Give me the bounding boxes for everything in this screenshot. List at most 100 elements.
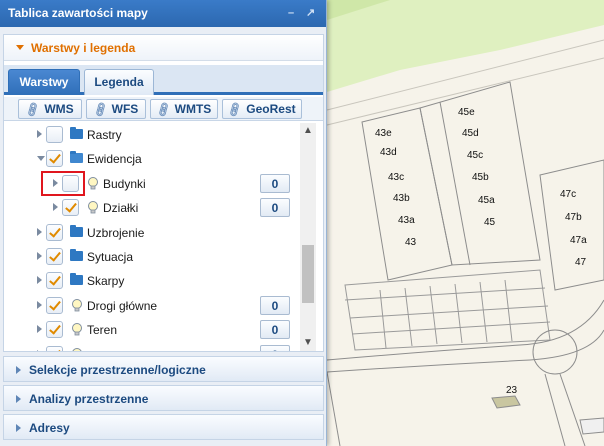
- layer-checkbox[interactable]: [46, 150, 63, 168]
- accordion-active-label: Warstwy i legenda: [31, 41, 136, 55]
- highlight-box: [41, 171, 85, 197]
- tree-node[interactable]: Uzbrojenie: [4, 221, 300, 245]
- wfs-button[interactable]: 🔗︎ WFS: [86, 99, 146, 119]
- chevron-right-icon: [16, 423, 21, 432]
- accordion-layers-legend: Warstwy i legenda Warstwy Legenda 🔗︎ WMS …: [3, 34, 324, 352]
- bulb-icon: [72, 298, 82, 312]
- tree-node[interactable]: Skarpy: [4, 269, 300, 293]
- content-table-panel: Tablica zawartości mapy – ↗ Warstwy i le…: [0, 0, 327, 446]
- layer-checkbox[interactable]: [46, 296, 63, 314]
- plot-label: 43: [405, 237, 417, 248]
- panel-title-bar: Tablica zawartości mapy – ↗: [0, 0, 326, 27]
- bulb-icon: [88, 201, 98, 214]
- folder-icon: [70, 249, 83, 261]
- parking-grid: [344, 269, 551, 351]
- plot-label: 43b: [393, 193, 410, 204]
- layer-tree: Rastry Ewidencja Budynki 0 Działki 0 Uzbrojeni…: [4, 123, 300, 351]
- tree-node-label: Budynki: [103, 176, 146, 191]
- wmts-button[interactable]: 🔗︎ WMTS: [150, 99, 218, 119]
- feature-count-badge[interactable]: 0: [260, 344, 290, 351]
- plot-label: 45b: [472, 172, 489, 183]
- popout-icon[interactable]: ↗: [306, 0, 315, 27]
- plot-label: 47: [575, 257, 587, 268]
- chevron-right-icon[interactable]: [37, 130, 42, 138]
- scroll-thumb[interactable]: [302, 245, 314, 303]
- tree-node[interactable]: Sytuacja: [4, 245, 300, 269]
- link-icon: 🔗︎: [154, 101, 173, 119]
- chevron-right-icon[interactable]: [37, 325, 42, 334]
- link-icon: 🔗︎: [24, 101, 43, 119]
- accordion-spatial-selections[interactable]: Selekcje przestrzenne/logiczne: [3, 356, 324, 382]
- plot-label: 43e: [375, 128, 392, 139]
- scroll-up-icon[interactable]: ▲: [300, 123, 316, 139]
- plot-label: 45a: [478, 195, 495, 206]
- chevron-right-icon[interactable]: [37, 276, 42, 285]
- folder-icon: [70, 224, 83, 237]
- chevron-right-icon[interactable]: [37, 227, 42, 236]
- plot-label: 43d: [380, 147, 397, 158]
- panel-title: Tablica zawartości mapy: [8, 6, 148, 20]
- georest-button[interactable]: 🔗︎ GeoRest: [222, 99, 302, 119]
- green-area: [327, 0, 604, 92]
- layer-checkbox[interactable]: [46, 223, 63, 241]
- chevron-right-icon[interactable]: [37, 349, 42, 351]
- tree-node[interactable]: Rastry: [4, 123, 300, 147]
- plot-label: 45e: [458, 107, 475, 118]
- chevron-right-icon: [16, 394, 21, 403]
- service-buttons: 🔗︎ WMS 🔗︎ WFS 🔗︎ WMTS 🔗︎ GeoRest: [4, 97, 323, 121]
- tree-node[interactable]: Ewidencja: [4, 147, 300, 171]
- plot-label: 23: [506, 385, 518, 396]
- folder-open-icon: [70, 151, 83, 164]
- bulb-icon: [72, 323, 82, 336]
- link-icon: 🔗︎: [226, 101, 245, 119]
- accordion-spatial-analyses[interactable]: Analizy przestrzenne: [3, 385, 324, 411]
- wms-button[interactable]: 🔗︎ WMS: [18, 99, 82, 119]
- layer-checkbox[interactable]: [46, 272, 63, 290]
- minimize-icon[interactable]: –: [288, 0, 294, 27]
- plot-label: 47c: [560, 189, 577, 200]
- tree-node[interactable]: Działki 0: [4, 196, 300, 220]
- chevron-right-icon: [16, 365, 21, 374]
- feature-count-badge[interactable]: 0: [260, 198, 290, 218]
- link-icon: 🔗︎: [91, 101, 110, 119]
- layer-checkbox[interactable]: [46, 321, 63, 339]
- plot-label: 47b: [565, 212, 582, 223]
- plot-label: 47a: [570, 235, 587, 246]
- layer-checkbox[interactable]: [46, 248, 63, 265]
- layer-checkbox[interactable]: [46, 126, 63, 143]
- layer-checkbox[interactable]: [46, 345, 63, 351]
- feature-count-badge[interactable]: 0: [260, 320, 290, 340]
- chevron-down-icon[interactable]: [37, 156, 45, 162]
- chevron-right-icon[interactable]: [53, 203, 58, 212]
- roundabout: [532, 329, 578, 375]
- chevron-right-icon[interactable]: [37, 300, 42, 309]
- tree-node[interactable]: 0: [4, 343, 300, 351]
- bulb-icon: [88, 176, 98, 190]
- feature-count-badge[interactable]: 0: [260, 295, 290, 315]
- building-23: [491, 395, 521, 409]
- tree-node[interactable]: Teren 0: [4, 318, 300, 342]
- chevron-right-icon[interactable]: [37, 252, 42, 260]
- tab-bar: Warstwy Legenda: [4, 65, 323, 95]
- plot-label: 43c: [388, 172, 405, 183]
- tree-node-label: Skarpy: [87, 274, 125, 289]
- scroll-down-icon[interactable]: ▼: [300, 335, 316, 351]
- chevron-down-icon: [16, 45, 24, 51]
- tree-node-label: Działki: [103, 201, 139, 216]
- tree-node-label: Uzbrojenie: [87, 225, 145, 240]
- feature-count-badge[interactable]: 0: [260, 173, 290, 193]
- folder-icon: [70, 127, 83, 139]
- plot-label: 45: [484, 217, 496, 228]
- tree-node-label: Drogi główne: [87, 298, 158, 313]
- tab-legend[interactable]: Legenda: [84, 69, 154, 95]
- tree-node[interactable]: Drogi główne 0: [4, 294, 300, 318]
- folder-icon: [70, 273, 83, 286]
- bulb-icon: [72, 347, 82, 351]
- accordion-addresses[interactable]: Adresy: [3, 414, 324, 440]
- layer-checkbox[interactable]: [62, 199, 79, 217]
- tree-scrollbar[interactable]: ▲ ▼: [300, 123, 316, 351]
- plot-label: 45c: [467, 150, 484, 161]
- tree-node-label: Teren: [87, 323, 118, 338]
- accordion-header-active[interactable]: Warstwy i legenda: [4, 35, 323, 61]
- tab-layers[interactable]: Warstwy: [8, 69, 80, 95]
